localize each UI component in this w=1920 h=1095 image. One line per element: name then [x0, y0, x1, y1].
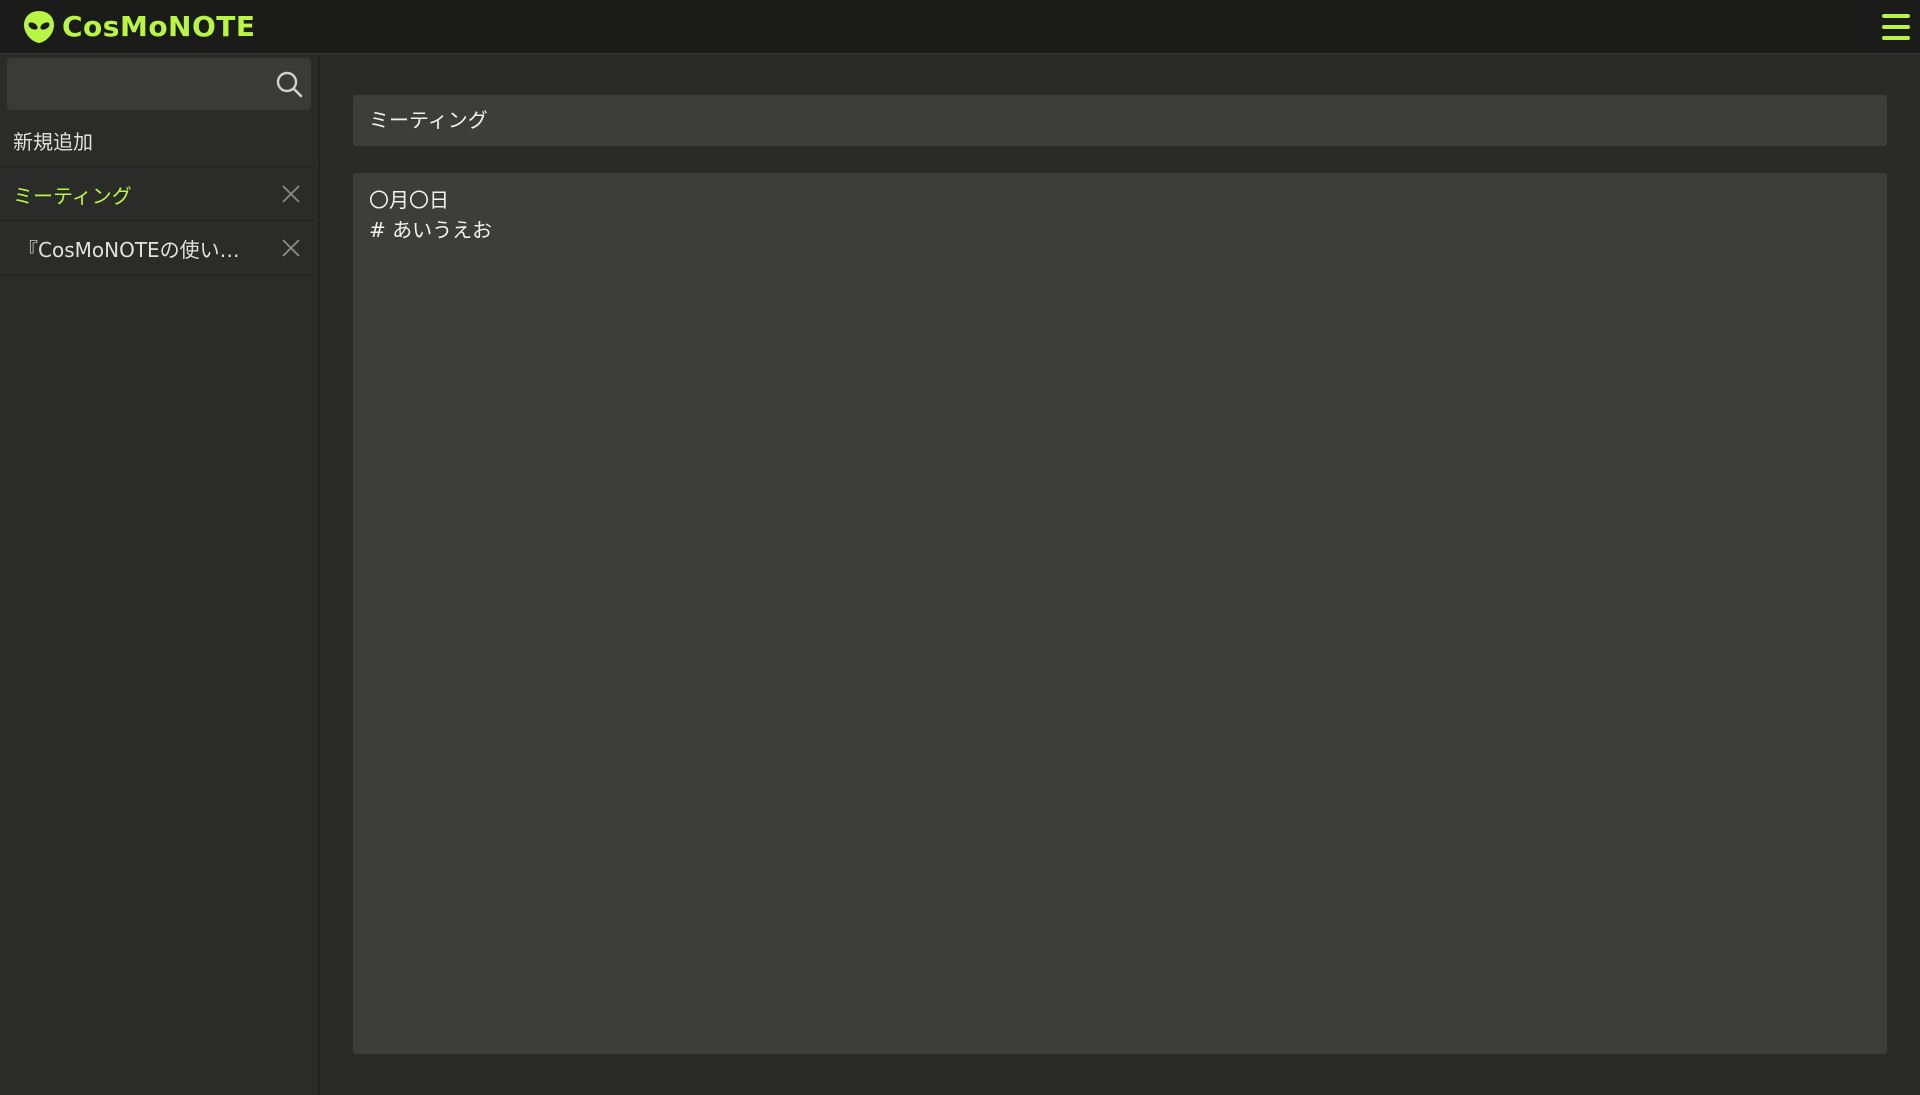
- close-icon[interactable]: [281, 238, 301, 258]
- app-logo-text: CosMoNOTE: [62, 10, 256, 43]
- new-note-label: 新規追加: [13, 129, 93, 154]
- note-body-editor[interactable]: 〇月〇日 # あいうえお: [353, 173, 1887, 1054]
- app-header: CosMoNOTE: [0, 0, 1920, 54]
- note-list-item[interactable]: 『CosMoNOTEの使い…: [0, 222, 318, 275]
- new-note-button[interactable]: 新規追加: [0, 114, 318, 167]
- editor-line: 〇月〇日: [369, 188, 449, 212]
- search-icon[interactable]: [275, 70, 303, 98]
- note-title: 『CosMoNOTEの使い…: [18, 237, 240, 262]
- search-box: [7, 58, 311, 110]
- hamburger-menu-icon[interactable]: [1882, 12, 1910, 42]
- alien-icon: [24, 11, 54, 43]
- editor-line: # あいうえお: [369, 218, 493, 242]
- note-title-field[interactable]: ミーティング: [353, 95, 1887, 146]
- close-icon[interactable]: [281, 184, 301, 204]
- sidebar: 新規追加 ミーティング 『CosMoNOTEの使い…: [0, 55, 320, 1095]
- note-list-item[interactable]: ミーティング: [0, 168, 318, 221]
- search-input[interactable]: [7, 58, 267, 110]
- app-logo[interactable]: CosMoNOTE: [23, 9, 256, 45]
- note-title: ミーティング: [13, 183, 132, 208]
